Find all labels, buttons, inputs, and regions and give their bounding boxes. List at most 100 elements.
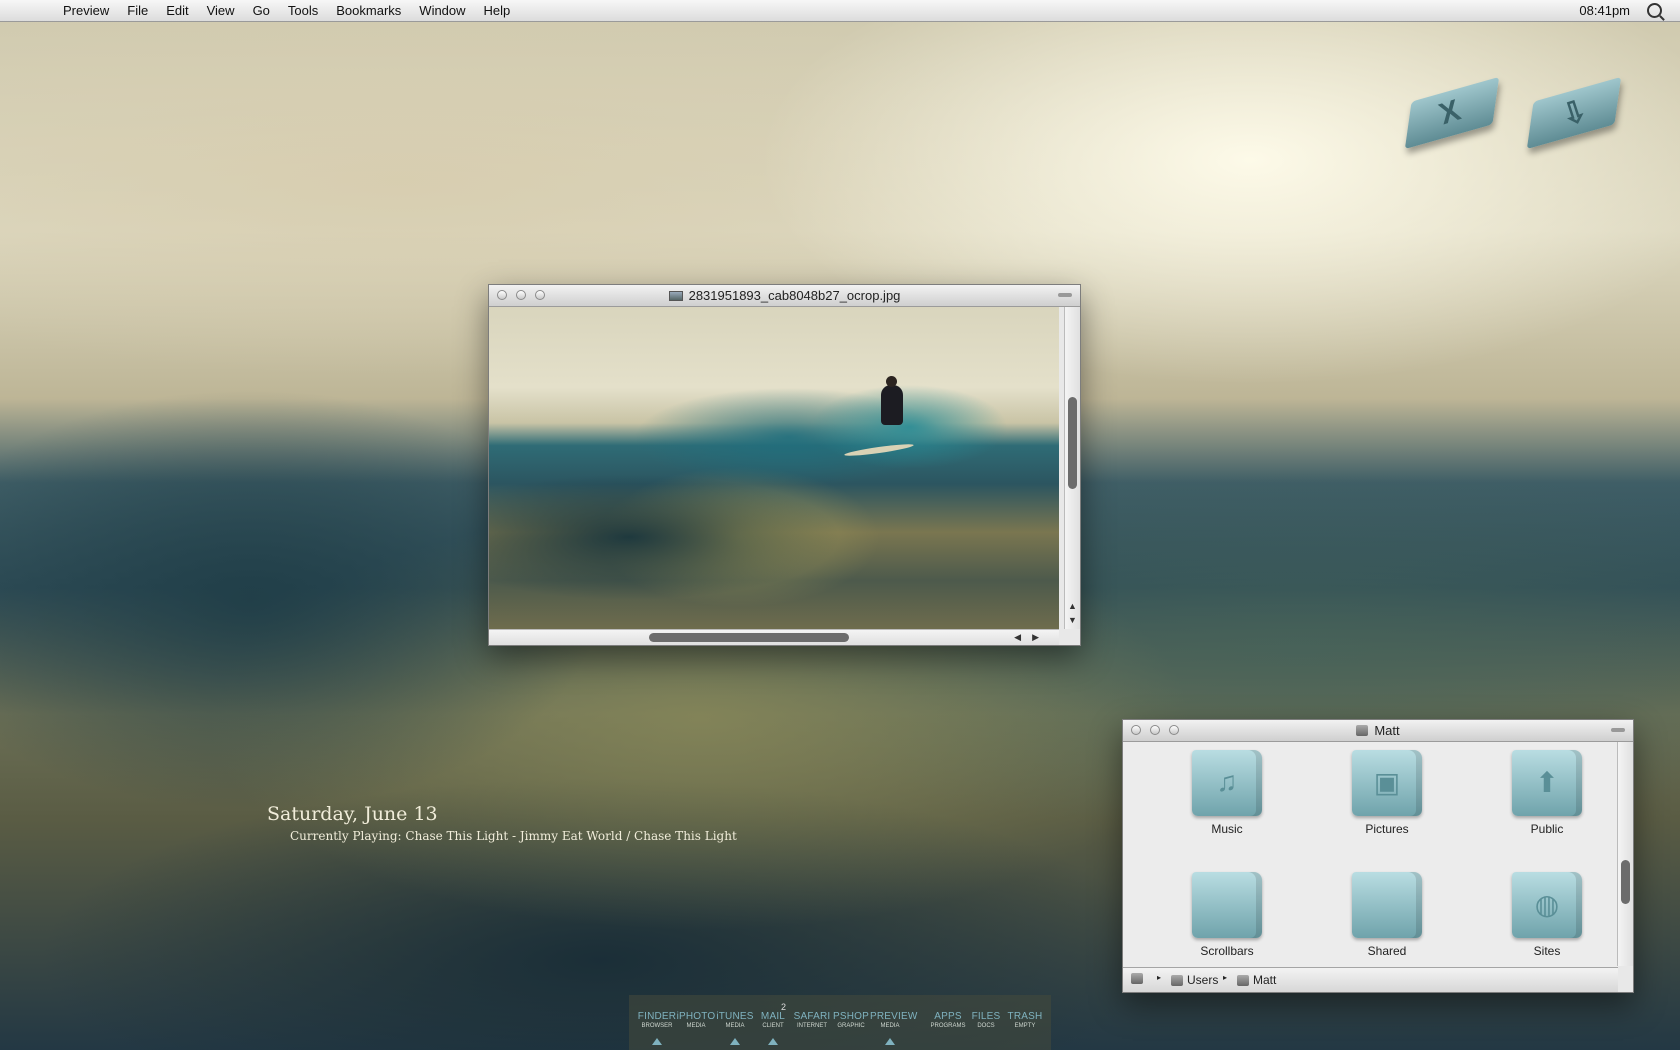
- hard-disk-icon[interactable]: [1131, 973, 1143, 984]
- path-matt-label: Matt: [1253, 973, 1277, 987]
- horizontal-scrollbar[interactable]: ◀ ▶: [489, 629, 1059, 645]
- minimize-button[interactable]: [516, 290, 526, 300]
- folder-item-shared[interactable]: Shared: [1327, 872, 1447, 958]
- preview-titlebar[interactable]: 2831951893_cab8048b27_ocrop.jpg: [489, 285, 1080, 307]
- path-users-label: Users: [1187, 973, 1219, 987]
- path-separator-icon: ▸: [1157, 973, 1162, 982]
- public-arrow-icon: ⬆: [1535, 767, 1559, 798]
- menubar-clock[interactable]: 08:41pm: [1579, 3, 1630, 18]
- users-folder-icon: [1171, 974, 1183, 986]
- dock-item-label: iTUNES: [716, 1011, 754, 1022]
- desktop-close-folder-icon[interactable]: X: [1402, 76, 1502, 158]
- music-note-icon: ♫: [1216, 766, 1238, 797]
- menu-file[interactable]: File: [118, 3, 157, 18]
- folder-item-public[interactable]: ⬆ Public: [1487, 750, 1607, 836]
- dock-item-pshop[interactable]: PSHOP GRAPHIC: [831, 1011, 871, 1029]
- dock-item-sublabel: MEDIA: [686, 1023, 706, 1029]
- dock-item-sublabel: GRAPHIC: [837, 1023, 865, 1029]
- preview-image[interactable]: [489, 307, 1059, 629]
- folder-item-scrollbars[interactable]: Scrollbars: [1167, 872, 1287, 958]
- dock-item-label: PREVIEW: [870, 1011, 918, 1022]
- surfboard: [843, 442, 915, 458]
- vertical-scrollbar[interactable]: [1617, 742, 1633, 966]
- path-bar: ▸ Users ▸ Matt: [1123, 967, 1618, 992]
- dock-item-sublabel: EMPTY: [1014, 1023, 1036, 1029]
- pictures-folder-icon: ▣: [1352, 750, 1422, 816]
- dock-item-label: FINDER: [637, 1011, 677, 1022]
- spotlight-search-icon[interactable]: [1647, 3, 1662, 18]
- minimize-button[interactable]: [1150, 725, 1160, 735]
- scroll-right-icon[interactable]: ▶: [1032, 632, 1039, 643]
- dock-item-itunes[interactable]: iTUNES MEDIA: [715, 1011, 755, 1029]
- toolbar-toggle-button[interactable]: [1058, 293, 1072, 297]
- running-indicator-icon: [730, 1038, 740, 1045]
- window-controls: [497, 290, 545, 300]
- folder-item-pictures[interactable]: ▣ Pictures: [1327, 750, 1447, 836]
- dock-item-apps[interactable]: APPS PROGRAMS: [928, 1011, 968, 1029]
- zoom-button[interactable]: [1169, 725, 1179, 735]
- now-playing-text: Currently Playing: Chase This Light - Ji…: [290, 829, 737, 843]
- folder-label: Public: [1530, 822, 1564, 836]
- dock-item-iphoto[interactable]: iPHOTO MEDIA: [676, 1011, 716, 1029]
- home-folder-icon: [1237, 974, 1249, 986]
- desktop-download-folder-icon[interactable]: ⇩: [1524, 76, 1624, 158]
- dock: FINDER BROWSER iPHOTO MEDIA iTUNES MEDIA…: [629, 995, 1051, 1050]
- dock-item-sublabel: MEDIA: [725, 1023, 745, 1029]
- path-matt[interactable]: Matt: [1237, 973, 1276, 987]
- dock-item-label: MAIL: [760, 1011, 786, 1022]
- menu-bookmarks[interactable]: Bookmarks: [327, 3, 410, 18]
- folder-label: Sites: [1533, 944, 1561, 958]
- menu-list: Preview File Edit View Go Tools Bookmark…: [54, 3, 519, 18]
- surfer-figure: [881, 376, 903, 425]
- dock-item-finder[interactable]: FINDER BROWSER: [637, 1011, 677, 1029]
- folder-item-music[interactable]: ♫ Music: [1167, 750, 1287, 836]
- dock-item-sublabel: MEDIA: [880, 1023, 900, 1029]
- menu-go[interactable]: Go: [244, 3, 279, 18]
- scroll-left-icon[interactable]: ◀: [1014, 632, 1021, 643]
- dock-item-mail[interactable]: MAIL CLIENT: [753, 1011, 793, 1029]
- vertical-scroll-thumb[interactable]: [1621, 860, 1630, 904]
- sites-folder-icon: ◍: [1512, 872, 1582, 938]
- globe-icon: ◍: [1534, 889, 1560, 920]
- dock-item-files[interactable]: FILES DOCS: [966, 1011, 1006, 1029]
- preview-window: 2831951893_cab8048b27_ocrop.jpg ▲ ▼ ◀ ▶: [488, 284, 1081, 646]
- vertical-scroll-thumb[interactable]: [1068, 397, 1077, 489]
- menu-edit[interactable]: Edit: [157, 3, 197, 18]
- dock-item-trash[interactable]: TRASH EMPTY: [1005, 1011, 1045, 1029]
- music-folder-icon: ♫: [1192, 750, 1262, 816]
- home-folder-icon: [1356, 725, 1369, 736]
- running-indicator-icon: [768, 1038, 778, 1045]
- dock-item-preview[interactable]: PREVIEW MEDIA: [870, 1011, 918, 1029]
- finder-title: Matt: [1356, 720, 1400, 741]
- dock-item-sublabel: CLIENT: [762, 1023, 784, 1029]
- preview-title-text: 2831951893_cab8048b27_ocrop.jpg: [688, 288, 901, 303]
- zoom-button[interactable]: [535, 290, 545, 300]
- running-indicator-icon: [652, 1038, 662, 1045]
- menu-view[interactable]: View: [198, 3, 244, 18]
- close-button[interactable]: [1131, 725, 1141, 735]
- scroll-down-icon[interactable]: ▼: [1068, 615, 1077, 625]
- menu-window[interactable]: Window: [410, 3, 474, 18]
- dock-item-sublabel: PROGRAMS: [930, 1023, 966, 1029]
- folder-item-sites[interactable]: ◍ Sites: [1487, 872, 1607, 958]
- dock-item-sublabel: INTERNET: [797, 1023, 827, 1029]
- path-users[interactable]: Users: [1171, 973, 1218, 987]
- vertical-scrollbar[interactable]: ▲ ▼: [1064, 307, 1080, 629]
- picture-icon: ▣: [1373, 767, 1401, 798]
- close-button[interactable]: [497, 290, 507, 300]
- menu-tools[interactable]: Tools: [279, 3, 327, 18]
- toolbar-toggle-button[interactable]: [1611, 728, 1625, 732]
- preview-title: 2831951893_cab8048b27_ocrop.jpg: [668, 285, 901, 306]
- menu-preview[interactable]: Preview: [54, 3, 118, 18]
- dock-item-safari[interactable]: SAFARI INTERNET: [792, 1011, 832, 1029]
- image-file-icon: [668, 290, 683, 301]
- public-folder-icon: ⬆: [1512, 750, 1582, 816]
- finder-titlebar[interactable]: Matt: [1123, 720, 1633, 742]
- menu-help[interactable]: Help: [475, 3, 520, 18]
- dock-item-label: TRASH: [1007, 1011, 1043, 1022]
- horizontal-scroll-thumb[interactable]: [649, 633, 849, 642]
- dock-item-label: iPHOTO: [676, 1011, 716, 1022]
- path-separator-icon: ▸: [1223, 973, 1228, 982]
- scroll-up-icon[interactable]: ▲: [1068, 601, 1077, 611]
- dock-item-label: APPS: [934, 1011, 962, 1022]
